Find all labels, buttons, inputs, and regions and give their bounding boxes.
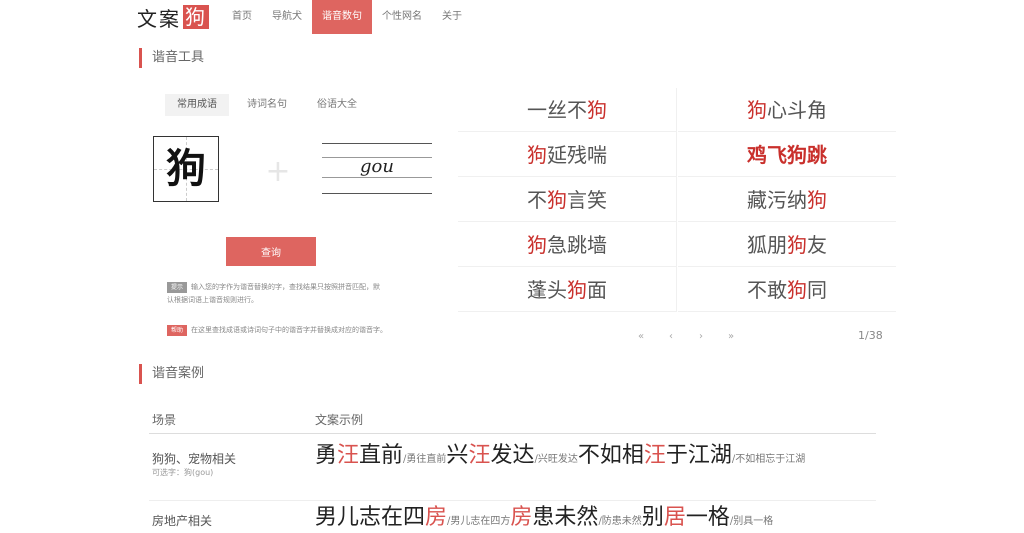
tool-section-title: 谐音工具 — [139, 48, 204, 68]
example-item[interactable]: 男儿志在四房/男儿志在四方 — [315, 505, 510, 530]
main-nav: 首页 导航犬 谐音数句 个性网名 关于 — [222, 0, 472, 34]
idiom-item[interactable]: 不狗言笑 — [458, 178, 676, 222]
idiom-item[interactable]: 不敢狗同 — [678, 268, 896, 312]
example-item[interactable]: 兴汪发达/兴旺发达 — [446, 443, 577, 468]
page-count: 1/38 — [858, 329, 883, 342]
input-character: 狗 — [166, 145, 206, 192]
nav-dog-guide[interactable]: 导航犬 — [262, 0, 312, 34]
example-item[interactable]: 别居一格/别具一格 — [642, 505, 773, 530]
example-list: 勇汪直前/勇往直前兴汪发达/兴旺发达不如相汪于江湖/不如相忘于江湖 — [315, 442, 875, 474]
scene-label: 房地产相关 — [152, 514, 213, 528]
idiom-item[interactable]: 藏污纳狗 — [678, 178, 896, 222]
nav-home[interactable]: 首页 — [222, 0, 262, 34]
example-list: 男儿志在四房/男儿志在四方房患未然/防患未然别居一格/别具一格 — [315, 504, 875, 533]
plus-icon: + — [265, 154, 291, 189]
pinyin-text: gou — [360, 156, 394, 177]
logo-mark: 狗 — [183, 5, 209, 29]
example-item[interactable]: 勇汪直前/勇往直前 — [315, 443, 446, 468]
site-logo[interactable]: 文案狗 — [137, 4, 209, 31]
scene-label: 狗狗、宠物相关 — [152, 452, 237, 466]
tab-proverbs[interactable]: 俗语大全 — [305, 94, 369, 116]
tab-common-idioms[interactable]: 常用成语 — [165, 94, 229, 116]
tool-tabs: 常用成语 诗词名句 俗语大全 — [165, 94, 375, 116]
pinyin-display: gou — [322, 143, 432, 195]
pagination: « ‹ › » — [626, 331, 746, 342]
example-item[interactable]: 不如相汪于江湖/不如相忘于江湖 — [578, 443, 805, 468]
idiom-item[interactable]: 蓬头狗面 — [458, 268, 676, 312]
tab-poetry-lines[interactable]: 诗词名句 — [235, 94, 299, 116]
character-input-box[interactable]: 狗 — [153, 136, 219, 202]
scene-hint: 可选字：狗(gou) — [152, 468, 214, 477]
nav-homophone-sentences[interactable]: 谐音数句 — [312, 0, 372, 34]
help-badge: 帮助 — [167, 324, 188, 336]
first-page-button[interactable]: « — [626, 331, 656, 342]
column-header-scene: 场景 — [152, 413, 177, 427]
idiom-item[interactable]: 狐朋狗友 — [678, 223, 896, 267]
nav-about[interactable]: 关于 — [432, 0, 472, 34]
tip-usage: 提示 输入您的字作为谐音替换的字，查找结果只按照拼音匹配，默 认根据词语上谐音规则… — [167, 281, 381, 304]
idiom-item[interactable]: 一丝不狗 — [458, 88, 676, 132]
example-item[interactable]: 房患未然/防患未然 — [510, 505, 641, 530]
logo-text: 文案 — [137, 6, 181, 31]
query-button[interactable]: 查询 — [226, 237, 316, 266]
examples-section-title: 谐音案例 — [139, 364, 204, 384]
idiom-item[interactable]: 鸡飞狗跳 — [678, 133, 896, 177]
column-header-examples: 文案示例 — [315, 413, 364, 427]
last-page-button[interactable]: » — [716, 331, 746, 342]
idiom-results-grid: 一丝不狗 狗延残喘 不狗言笑 狗急跳墙 蓬头狗面 狗心斗角 鸡飞狗跳 藏污纳狗 狐朋狗友 不敢狗同 — [458, 88, 896, 312]
tip-badge: 提示 — [167, 281, 188, 293]
examples-table-header: 场景 文案示例 — [149, 408, 876, 434]
header: 文案狗 首页 导航犬 谐音数句 个性网名 关于 — [0, 0, 1024, 34]
nav-nicknames[interactable]: 个性网名 — [372, 0, 432, 34]
idiom-item[interactable]: 狗心斗角 — [678, 88, 896, 132]
next-page-button[interactable]: › — [686, 331, 716, 342]
prev-page-button[interactable]: ‹ — [656, 331, 686, 342]
idiom-item[interactable]: 狗急跳墙 — [458, 223, 676, 267]
tip-help: 帮助 在这里查找成语或诗词句子中的谐音字并替换成对应的谐音字。 — [167, 324, 387, 337]
idiom-item[interactable]: 狗延残喘 — [458, 133, 676, 177]
